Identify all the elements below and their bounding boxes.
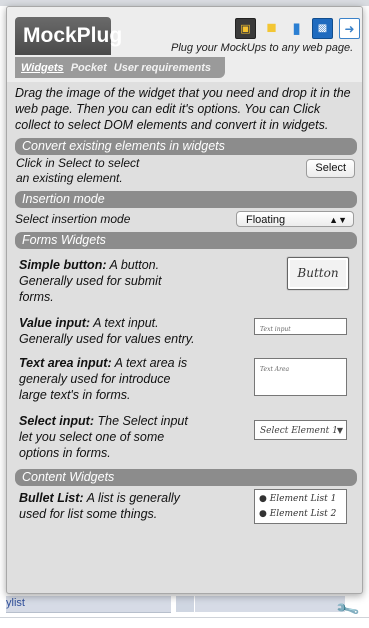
- note-icon[interactable]: ■: [262, 18, 281, 37]
- section-convert-heading: Convert existing elements in widgets: [15, 138, 357, 155]
- background-bar-divider: [176, 596, 194, 612]
- chevron-down-icon: ▼: [336, 426, 343, 435]
- mockplug-popup: MockPlug Plug your MockUps to any web pa…: [6, 6, 363, 594]
- widget-select-input[interactable]: Select input: The Select input let you s…: [15, 413, 357, 468]
- tab-user-requirements[interactable]: User requirements: [114, 62, 211, 74]
- popup-header: MockPlug Plug your MockUps to any web pa…: [7, 7, 362, 82]
- simple-button-title: Simple button:: [19, 258, 107, 272]
- insertion-label: Select insertion mode: [15, 212, 131, 226]
- widget-text-area[interactable]: Text area input: A text area is generaly…: [15, 355, 357, 413]
- button-preview[interactable]: Button: [287, 257, 349, 290]
- app-tagline: Plug your MockUps to any web page.: [171, 42, 354, 54]
- value-input-title: Value input:: [19, 316, 91, 330]
- widgets-content: Drag the image of the widget that you ne…: [15, 85, 357, 534]
- background-link-bar: ylist: [6, 596, 171, 613]
- select-button[interactable]: Select: [306, 159, 355, 178]
- toolbar: ▣ ■ ▮ ▩ ➜: [235, 18, 360, 42]
- text-area-title: Text area input:: [19, 356, 112, 370]
- simple-button-desc-3: forms.: [19, 290, 54, 304]
- select-arrows-icon: ▲▼: [329, 215, 347, 225]
- background-divider: [0, 617, 369, 618]
- tab-widgets[interactable]: Widgets: [21, 62, 64, 74]
- select-input-desc-3: options in forms.: [19, 446, 111, 460]
- bullet-list-title: Bullet List:: [19, 491, 84, 505]
- text-input-preview[interactable]: Text input: [254, 318, 347, 335]
- intro-text: Drag the image of the widget that you ne…: [15, 86, 351, 132]
- background-bar: [195, 596, 345, 612]
- section-content-heading: Content Widgets: [15, 469, 357, 486]
- text-area-desc-1: A text area is: [111, 356, 188, 370]
- trash-icon[interactable]: ▮: [287, 18, 306, 37]
- select-input-desc-1: The Select input: [94, 414, 188, 428]
- save-icon[interactable]: ▩: [312, 18, 333, 39]
- tab-pocket[interactable]: Pocket: [71, 62, 107, 74]
- section-forms-heading: Forms Widgets: [15, 232, 357, 249]
- bullet-list-item: ● Element List 1: [259, 494, 337, 504]
- select-preview-value: Select Element 1: [260, 426, 338, 436]
- insertion-row: Select insertion mode Floating ▲▼: [15, 208, 357, 230]
- convert-row: Click in Select to select an existing el…: [15, 155, 357, 189]
- app-logo: MockPlug: [15, 17, 122, 55]
- bullet-list-preview[interactable]: ● Element List 1 ● Element List 2: [254, 489, 347, 524]
- image-icon[interactable]: ▣: [235, 18, 256, 39]
- tab-bar: Widgets Pocket User requirements: [15, 57, 225, 78]
- select-input-title: Select input:: [19, 414, 95, 428]
- widget-bullet-list[interactable]: Bullet List: A list is generally used fo…: [15, 486, 357, 534]
- value-input-desc-1: A text input.: [90, 316, 159, 330]
- insertion-mode-select[interactable]: Floating ▲▼: [236, 211, 354, 227]
- insertion-mode-value: Floating: [246, 214, 286, 226]
- bullet-list-desc-1: A list is generally: [83, 491, 180, 505]
- widget-value-input[interactable]: Value input: A text input. Generally use…: [15, 315, 357, 355]
- section-insertion-heading: Insertion mode: [15, 191, 357, 208]
- background-link[interactable]: ylist: [6, 597, 25, 609]
- simple-button-desc-1: A button.: [106, 258, 160, 272]
- bullet-list-item: ● Element List 2: [259, 509, 337, 519]
- text-area-preview[interactable]: Text Area: [254, 358, 347, 396]
- export-icon[interactable]: ➜: [339, 18, 360, 39]
- select-preview[interactable]: Select Element 1 ▼: [254, 420, 347, 440]
- widget-simple-button[interactable]: Simple button: A button. Generally used …: [15, 249, 357, 315]
